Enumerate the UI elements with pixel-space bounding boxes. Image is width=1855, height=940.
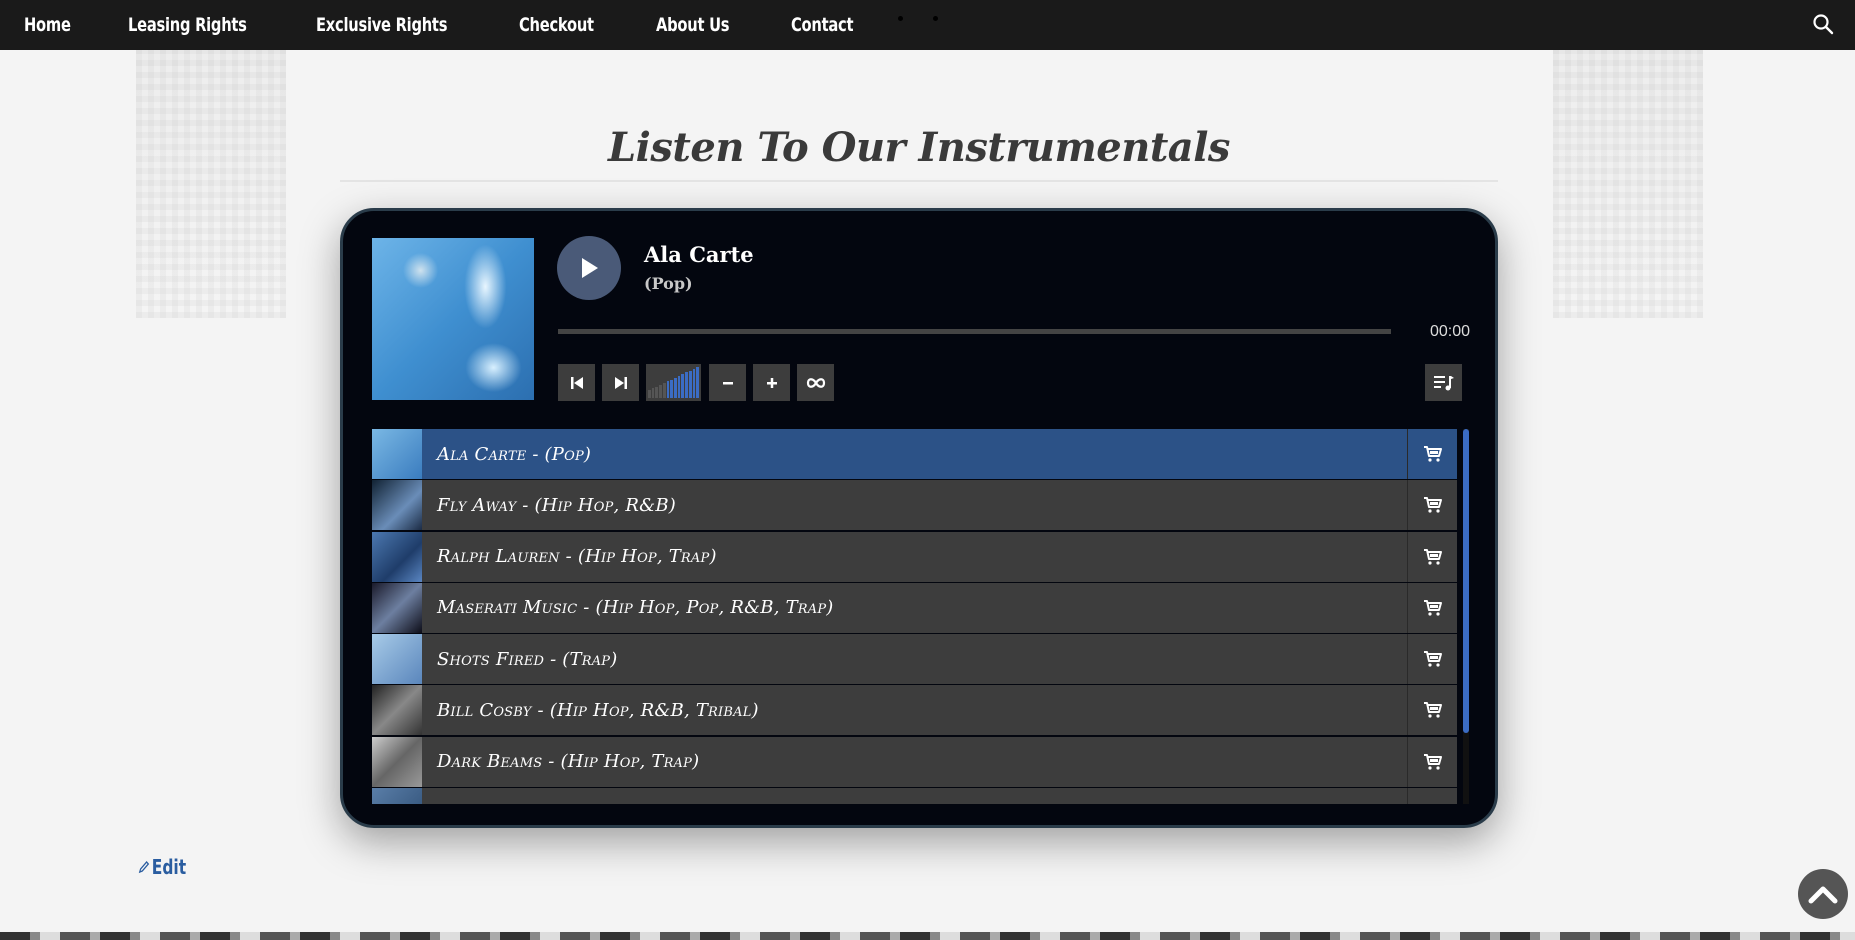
track-thumbnail [372,788,422,804]
add-to-cart-button[interactable] [1407,788,1457,804]
playlist-row[interactable]: Dark Beams - (Hip Hop, Trap) [372,736,1457,787]
volume-bar [681,374,685,398]
scrollbar-thumb[interactable] [1463,429,1469,733]
progress-bar[interactable] [558,329,1391,334]
nav-dots [898,16,938,21]
nav-checkout[interactable]: Checkout [519,14,594,36]
volume-bar [670,379,674,398]
playlist-row[interactable]: Bill Cosby - (Hip Hop, R&B, Tribal) [372,685,1457,736]
volume-bar [659,384,662,398]
playlist-row[interactable]: Ala Carte - (Pop) [372,429,1457,479]
add-to-cart-button[interactable] [1407,736,1457,787]
cart-icon [1423,702,1442,719]
play-button[interactable] [557,236,621,300]
skip-back-icon [570,376,583,389]
search-icon[interactable] [1811,12,1835,36]
playlist-row[interactable]: Maserati Music - (Hip Hop, Pop, R&B, Tra… [372,582,1457,633]
nav-about-us[interactable]: About Us [656,14,730,36]
cart-icon [1423,599,1442,616]
playlist-row[interactable]: Fly Away - (Hip Hop, R&B) [372,480,1457,531]
volume-bar [674,377,677,398]
background-building-left [136,50,286,318]
track-label: Fly Away - (Hip Hop, R&B) [437,494,676,516]
cart-icon [1423,497,1442,513]
add-to-cart-button[interactable] [1407,685,1457,736]
background-building-right [1553,50,1703,318]
volume-bar [688,370,692,398]
track-label: Ala Carte - (Pop) [437,443,592,465]
playlist-row[interactable]: Shots Fired - (Trap) [372,634,1457,685]
next-track-button[interactable] [602,364,639,401]
cart-icon [1423,446,1442,462]
track-list: Ala Carte - (Pop) Fly Away - (Hip Hop, R&… [372,429,1457,804]
plus-icon [766,377,777,388]
playlist-music-icon [1433,375,1454,390]
volume-bar [677,375,681,398]
track-thumbnail [372,736,422,787]
cart-icon [1423,548,1442,565]
volume-bar [655,386,659,398]
pencil-icon [138,861,150,874]
scroll-to-top-button[interactable] [1798,869,1848,919]
add-to-cart-button[interactable] [1407,429,1457,479]
track-thumbnail [372,480,422,531]
background-footer-strip [0,932,1855,940]
track-label: Shots Fired - (Trap) [437,648,618,670]
playlist-scrollbar[interactable] [1463,429,1469,804]
volume-bar [692,368,696,398]
add-to-cart-button[interactable] [1407,531,1457,582]
now-playing-title: Ala Carte [644,242,754,267]
cart-icon [1423,651,1442,667]
track-thumbnail [372,531,422,582]
chevron-up-icon [1808,886,1838,904]
nav-leasing-rights[interactable]: Leasing Rights [128,14,247,36]
page-title: Listen To Our Instrumentals [608,124,1230,171]
volume-bar [696,367,700,398]
volume-bar [648,390,651,398]
volume-bar [651,388,655,398]
volume-bar [666,381,670,398]
track-label: Dark Beams - (Hip Hop, Trap) [437,751,700,773]
playlist-row[interactable]: Ralph Lauren - (Hip Hop, Trap) [372,531,1457,582]
cart-icon [1423,753,1442,770]
add-to-cart-button[interactable] [1407,634,1457,685]
now-playing-genre: (Pop) [644,274,693,293]
minus-icon [722,381,733,384]
track-thumbnail [372,685,422,736]
volume-meter[interactable] [646,364,701,401]
skip-forward-icon [614,376,627,389]
volume-up-button[interactable] [753,364,790,401]
edit-label: Edit [151,855,187,879]
track-thumbnail [372,429,422,479]
volume-down-button[interactable] [709,364,746,401]
play-icon [582,258,598,278]
infinity-icon [806,377,825,388]
volume-bar [662,383,666,398]
top-navbar: Home Leasing Rights Exclusive Rights Che… [0,0,1855,50]
track-thumbnail [372,582,422,633]
loop-button[interactable] [797,364,834,401]
track-label: Maserati Music - (Hip Hop, Pop, R&B, Tra… [437,597,834,619]
playlist-row[interactable] [372,788,1457,804]
edit-link[interactable]: Edit [138,855,186,879]
nav-contact[interactable]: Contact [791,14,854,36]
track-label: Bill Cosby - (Hip Hop, R&B, Tribal) [437,699,759,721]
audio-player: Ala Carte (Pop) 00:00 Ala Carte - (Pop) … [340,208,1498,828]
nav-home[interactable]: Home [24,14,71,36]
nav-exclusive-rights[interactable]: Exclusive Rights [316,14,447,36]
volume-bar [685,372,688,398]
track-thumbnail [372,634,422,685]
playlist-toggle-button[interactable] [1425,364,1462,401]
add-to-cart-button[interactable] [1407,480,1457,531]
previous-track-button[interactable] [558,364,595,401]
title-divider [340,180,1498,182]
track-label: Ralph Lauren - (Hip Hop, Trap) [437,546,717,568]
add-to-cart-button[interactable] [1407,582,1457,633]
time-display: 00:00 [1430,323,1471,340]
album-cover [372,238,534,400]
